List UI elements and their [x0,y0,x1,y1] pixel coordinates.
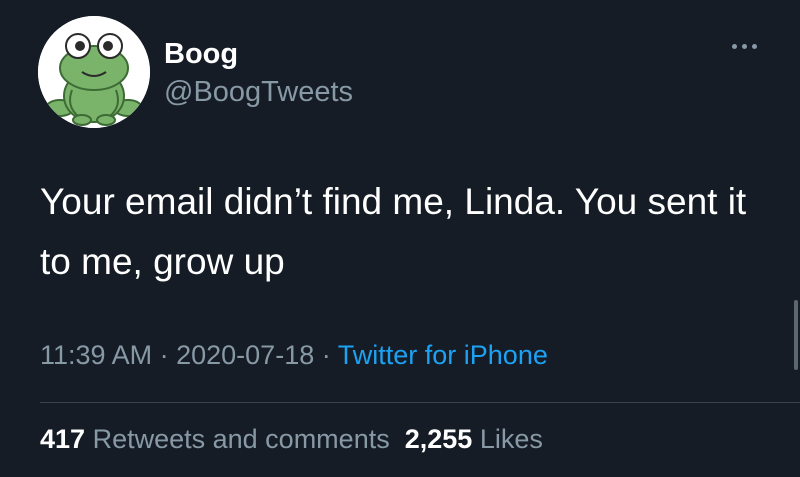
tweet-stats: 417 Retweets and comments 2,255 Likes [40,424,543,455]
avatar[interactable] [38,16,150,128]
more-dot [731,43,737,49]
tweet-card: Boog @BoogTweets Your email didn’t find … [0,0,800,477]
retweets-stat[interactable]: 417 Retweets and comments [40,424,390,454]
meta-separator: · [321,340,331,370]
meta-separator: · [159,340,169,370]
likes-count: 2,255 [404,424,473,454]
frog-avatar-icon [38,16,150,128]
tweet-meta: 11:39 AM · 2020-07-18 · Twitter for iPho… [40,340,548,371]
tweet-date[interactable]: 2020-07-18 [176,340,314,370]
likes-label: Likes [479,424,543,454]
tweet-time[interactable]: 11:39 AM [40,340,152,370]
retweets-count: 417 [40,424,86,454]
likes-stat[interactable]: 2,255 Likes [405,424,543,454]
retweets-label: Retweets and comments [92,424,390,454]
author-display-name[interactable]: Boog [164,38,238,71]
more-dot [751,43,757,49]
more-options-icon[interactable] [722,32,766,60]
divider [40,402,800,403]
author-handle[interactable]: @BoogTweets [164,76,353,109]
tweet-text: Your email didn’t find me, Linda. You se… [40,181,747,282]
scrollbar[interactable] [794,300,798,370]
tweet-source-link[interactable]: Twitter for iPhone [338,340,548,370]
more-dot [741,43,747,49]
